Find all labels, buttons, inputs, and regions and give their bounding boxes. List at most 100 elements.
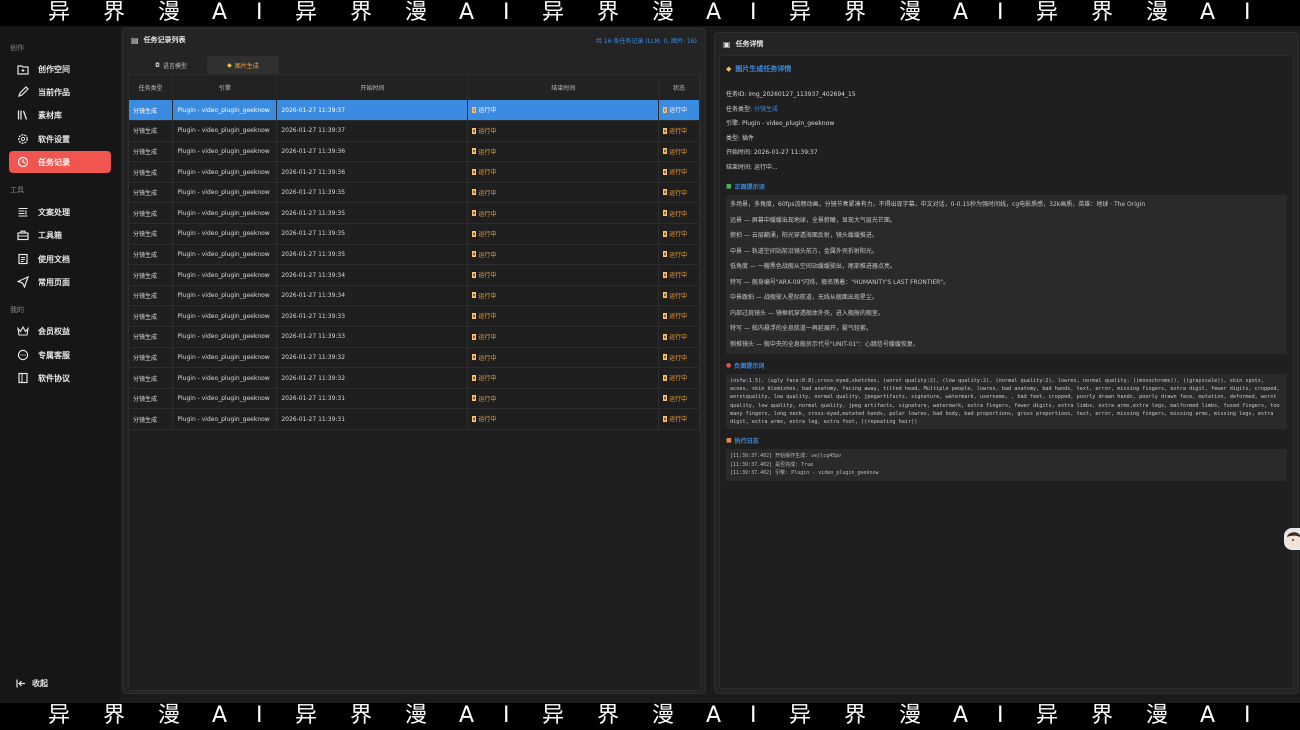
app-window: 创作 创作空间 当前作品 素材库 软件设置 任务记录 工具 文案处理 工具箱 使… bbox=[0, 26, 1300, 703]
sidebar-item-task-history[interactable]: 任务记录 bbox=[9, 151, 111, 173]
sidebar-item-membership[interactable]: 会员权益 bbox=[9, 320, 111, 342]
meta-value: img_20260127_113937_402694_15 bbox=[748, 91, 856, 98]
column-header[interactable]: 引擎 bbox=[172, 75, 278, 100]
chat-icon bbox=[16, 348, 30, 362]
table-row[interactable]: 分镜生成 Plugin - video_plugin_geeknow 2026-01… bbox=[129, 182, 700, 204]
tab-image-generation[interactable]: ◆ 图片生成 bbox=[207, 56, 279, 74]
status-text: 运行中 bbox=[669, 313, 688, 321]
task-type-cell: 分镜生成 bbox=[129, 202, 174, 225]
running-status: 运行中 bbox=[472, 229, 496, 238]
tab-language-model[interactable]: ◘ 语言模型 bbox=[135, 56, 207, 74]
watermark-bar-top: 异界漫AI异界漫AI异界漫AI异界漫AI异界漫AI bbox=[0, 0, 1300, 26]
meta-key: 任务ID: bbox=[726, 91, 749, 98]
watermark-char: 异 bbox=[542, 703, 565, 728]
sidebar-item-label: 会员权益 bbox=[38, 326, 70, 336]
watermark-char: 异 bbox=[789, 703, 812, 728]
watermark-char: 异 bbox=[1036, 703, 1059, 728]
table-row[interactable]: 分镜生成 Plugin - video_plugin_geeknow 2026-01… bbox=[129, 264, 700, 286]
watermark-char: 界 bbox=[103, 703, 126, 728]
task-type-cell: 分镜生成 bbox=[129, 264, 174, 286]
watermark-char: 漫 bbox=[158, 0, 181, 25]
detail-meta-line: 任务ID: img_20260127_113937_402694_15 bbox=[726, 88, 1287, 103]
status-cell: 运行中 bbox=[658, 264, 700, 286]
table-row[interactable]: 分镜生成 Plugin - video_plugin_geeknow 2026-01… bbox=[129, 347, 700, 369]
floating-assistant-avatar[interactable] bbox=[1284, 528, 1300, 550]
collapse-button[interactable]: 收起 bbox=[16, 678, 48, 689]
running-status: 运行中 bbox=[663, 209, 687, 218]
column-header[interactable]: 开始时间 bbox=[276, 75, 469, 100]
sidebar-item-docs[interactable]: 使用文档 bbox=[9, 248, 111, 270]
detail-meta-line: 开始时间: 2026-01-27 11:39:37 bbox=[726, 146, 1287, 161]
status-cell: 运行中 bbox=[658, 182, 700, 204]
table-row[interactable]: 分镜生成 Plugin - video_plugin_geeknow 2026-01… bbox=[129, 120, 700, 142]
engine-cell: Plugin - video_plugin_geeknow bbox=[172, 326, 278, 348]
sidebar-item-common-pages[interactable]: 常用页面 bbox=[9, 271, 111, 293]
execution-log-title: ■ 执行日志 bbox=[726, 436, 1287, 445]
task-type-cell: 分镜生成 bbox=[129, 408, 174, 430]
hourglass-icon bbox=[472, 415, 477, 422]
table-row[interactable]: 分镜生成 Plugin - video_plugin_geeknow 2026-01… bbox=[129, 141, 700, 163]
status-cell: 运行中 bbox=[658, 202, 700, 225]
table-row[interactable]: 分镜生成 Plugin - video_plugin_geeknow 2026-01… bbox=[129, 223, 700, 245]
running-status: 运行中 bbox=[663, 188, 687, 197]
table-row[interactable]: 分镜生成 Plugin - video_plugin_geeknow 2026-01… bbox=[129, 202, 700, 225]
sidebar-section-title: 创作 bbox=[10, 44, 24, 52]
positive-prompt-box[interactable]: 多场景，多角度，60fps流畅动画，分镜节奏紧凑有力，不得出现字幕，中文对话，0… bbox=[726, 195, 1287, 354]
status-cell: 运行中 bbox=[658, 367, 700, 389]
hourglass-icon bbox=[472, 395, 477, 402]
watermark-char: 异 bbox=[295, 0, 318, 25]
sidebar-item-label: 创作空间 bbox=[38, 64, 70, 74]
sidebar-item-agreement[interactable]: 软件协议 bbox=[9, 367, 111, 389]
watermark-char: 界 bbox=[1091, 703, 1114, 728]
sidebar-item-library[interactable]: 素材库 bbox=[9, 104, 111, 126]
table-row[interactable]: 分镜生成 Plugin - video_plugin_geeknow 2026-01… bbox=[129, 100, 700, 122]
sidebar-item-toolbox[interactable]: 工具箱 bbox=[9, 224, 111, 246]
running-status: 运行中 bbox=[472, 126, 496, 135]
sidebar-section-title: 我的 bbox=[10, 306, 24, 314]
end-time-cell: 运行中 bbox=[467, 141, 660, 163]
end-time-cell: 运行中 bbox=[467, 182, 660, 204]
column-header[interactable]: 任务类型 bbox=[129, 75, 174, 100]
status-text: 运行中 bbox=[669, 148, 688, 156]
detail-meta-line: 类型: 插件 bbox=[726, 132, 1287, 147]
running-status: 运行中 bbox=[472, 353, 496, 362]
column-header[interactable]: 结束时间 bbox=[467, 75, 660, 100]
status-text: 运行中 bbox=[669, 416, 688, 424]
hourglass-icon bbox=[472, 106, 477, 113]
hourglass-icon bbox=[663, 189, 668, 196]
running-status: 运行中 bbox=[472, 270, 496, 279]
watermark-char: 异 bbox=[542, 0, 565, 25]
table-row[interactable]: 分镜生成 Plugin - video_plugin_geeknow 2026-01… bbox=[129, 161, 700, 183]
column-header[interactable]: 状态 bbox=[658, 75, 700, 100]
running-status: 运行中 bbox=[663, 414, 687, 423]
hourglass-icon bbox=[472, 312, 477, 319]
sidebar-item-current-works[interactable]: 当前作品 bbox=[9, 81, 111, 103]
status-text: 运行中 bbox=[478, 189, 497, 197]
prompt-line: 远景 — 屏幕中缓缓出现地球，全景俯瞰，显现大气层光芒面。 bbox=[730, 216, 896, 224]
table-row[interactable]: 分镜生成 Plugin - video_plugin_geeknow 2026-01… bbox=[129, 367, 700, 389]
hourglass-icon bbox=[663, 106, 668, 113]
running-status: 运行中 bbox=[472, 167, 496, 176]
watermark-char: 界 bbox=[1091, 0, 1114, 25]
sidebar-item-create-space[interactable]: 创作空间 bbox=[9, 58, 111, 80]
status-text: 运行中 bbox=[478, 313, 497, 321]
execution-log-box[interactable]: [11:39:37.402] 开始操作生成: vejlcg45pv [11:39:… bbox=[726, 449, 1287, 481]
negative-prompt-title: ● 负面提示词 bbox=[726, 361, 1287, 370]
watermark-char: 界 bbox=[103, 0, 126, 25]
table-row[interactable]: 分镜生成 Plugin - video_plugin_geeknow 2026-01… bbox=[129, 244, 700, 266]
task-detail-body[interactable]: ◆ 图片生成任务详情 任务ID: img_20260127_113937_402… bbox=[719, 55, 1294, 689]
negative-prompt-box[interactable]: (nsfw:1.5), (ugly face:0.8),cross-eyed,s… bbox=[726, 374, 1287, 430]
end-time-cell: 运行中 bbox=[467, 367, 660, 389]
sidebar-item-copywriting[interactable]: 文案处理 bbox=[9, 201, 111, 223]
sidebar-item-support[interactable]: 专属客服 bbox=[9, 344, 111, 366]
table-row[interactable]: 分镜生成 Plugin - video_plugin_geeknow 2026-01… bbox=[129, 408, 700, 430]
table-row[interactable]: 分镜生成 Plugin - video_plugin_geeknow 2026-01… bbox=[129, 388, 700, 410]
watermark-char: I bbox=[1244, 703, 1251, 728]
status-cell: 运行中 bbox=[658, 347, 700, 369]
sidebar-item-settings[interactable]: 软件设置 bbox=[9, 128, 111, 150]
table-row[interactable]: 分镜生成 Plugin - video_plugin_geeknow 2026-01… bbox=[129, 326, 700, 348]
table-row[interactable]: 分镜生成 Plugin - video_plugin_geeknow 2026-01… bbox=[129, 285, 700, 307]
table-row[interactable]: 分镜生成 Plugin - video_plugin_geeknow 2026-01… bbox=[129, 305, 700, 328]
hourglass-icon bbox=[663, 127, 668, 134]
task-type-cell: 分镜生成 bbox=[129, 100, 174, 122]
